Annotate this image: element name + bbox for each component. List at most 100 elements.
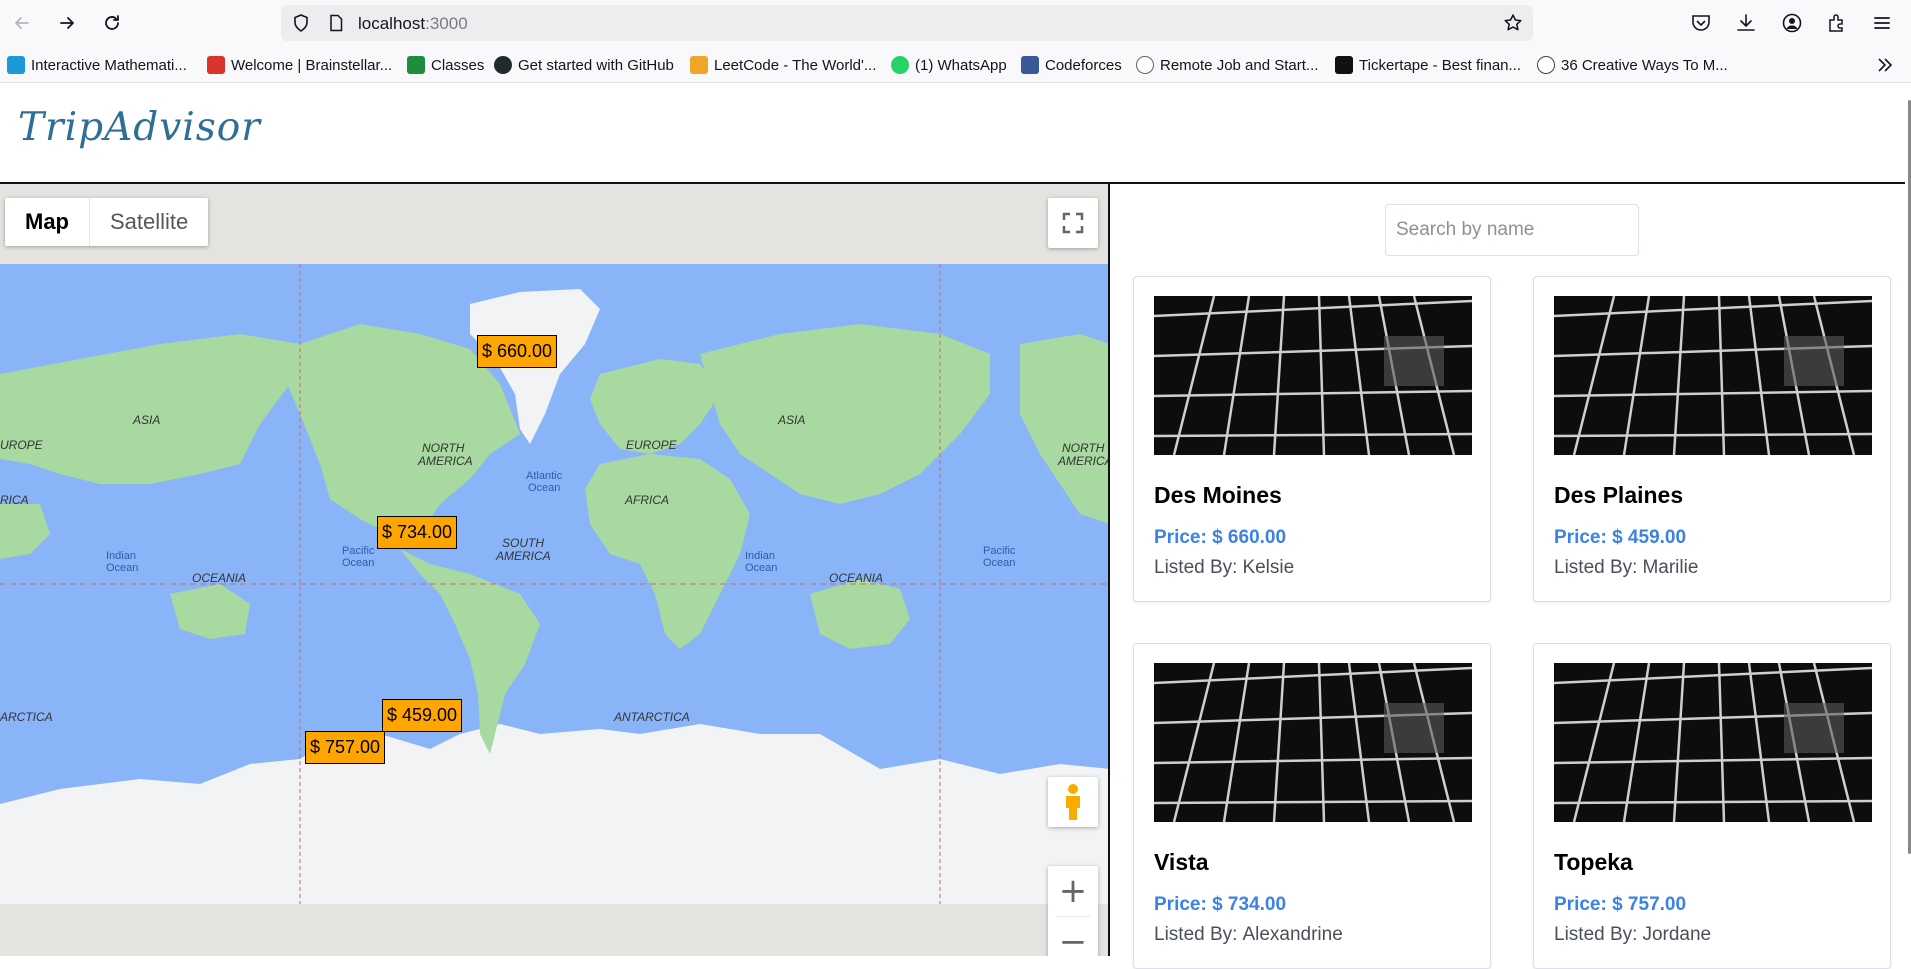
listing-price: Price: $ 757.00: [1554, 894, 1687, 915]
price-marker[interactable]: $ 734.00: [377, 516, 458, 549]
map-label: SOUTH: [502, 536, 544, 550]
listing-owner: Listed By: Kelsie: [1154, 557, 1294, 579]
map-label: NORTH: [422, 441, 465, 455]
listing-image: [1554, 296, 1872, 455]
menu-icon[interactable]: [1871, 12, 1893, 34]
map-label: Indian: [106, 550, 136, 562]
extensions-icon[interactable]: [1826, 12, 1848, 34]
map-label: Indian: [745, 550, 775, 562]
app-logo[interactable]: TripAdvisor: [18, 105, 261, 150]
bookmark-item[interactable]: LeetCode - The World'...: [690, 54, 876, 76]
map-label: NORTH: [1062, 441, 1105, 455]
back-button[interactable]: [8, 9, 36, 37]
bookmark-star-icon[interactable]: [1503, 13, 1523, 33]
bookmark-favicon-icon: [1136, 56, 1154, 74]
map-label: ARCTICA: [0, 710, 53, 724]
url-bar[interactable]: localhost:3000: [281, 5, 1533, 41]
listings-panel: Des Moines Price: $ 660.00 Listed By:Kel…: [1112, 186, 1905, 969]
listing-owner-name: Kelsie: [1242, 557, 1295, 578]
map-label: Ocean: [983, 557, 1015, 569]
map-label: UROPE: [0, 438, 44, 452]
bookmark-label: Codeforces: [1045, 56, 1122, 74]
bookmark-favicon-icon: [7, 56, 25, 74]
bookmark-item[interactable]: Codeforces: [1021, 54, 1122, 76]
map-type-map-button[interactable]: Map: [5, 198, 90, 246]
listing-price: Price: $ 734.00: [1154, 894, 1287, 915]
zoom-control: + −: [1048, 866, 1098, 956]
listing-owner: Listed By: Jordane: [1554, 924, 1711, 946]
price-marker[interactable]: $ 757.00: [305, 731, 386, 764]
url-host: localhost: [358, 14, 426, 33]
listing-owner-name: Marilie: [1642, 557, 1699, 578]
bookmark-item[interactable]: 36 Creative Ways To M...: [1537, 54, 1728, 76]
map-label: Atlantic: [526, 470, 563, 482]
street-view-pegman[interactable]: [1048, 777, 1098, 827]
bookmark-item[interactable]: Welcome | Brainstellar...: [207, 54, 392, 76]
price-marker[interactable]: $ 660.00: [477, 335, 558, 368]
bookmark-item[interactable]: (1) WhatsApp: [891, 54, 1007, 76]
map-type-satellite-button[interactable]: Satellite: [90, 198, 208, 246]
listing-card[interactable]: Topeka Price: $ 757.00 Listed By: Jordane: [1533, 643, 1891, 969]
listing-title: Des Plaines: [1554, 482, 1684, 508]
forward-arrow-icon: [60, 17, 74, 29]
price-marker[interactable]: $ 459.00: [382, 699, 463, 732]
listing-card[interactable]: Des Moines Price: $ 660.00 Listed By: Kel…: [1133, 276, 1491, 602]
listing-card[interactable]: Des Plaines Price: $ 459.00 Listed By: Ma…: [1533, 276, 1891, 602]
map-label: EUROPE: [626, 438, 678, 452]
bookmark-label: (1) WhatsApp: [915, 56, 1007, 74]
search-input[interactable]: [1385, 204, 1639, 256]
bookmark-label: 36 Creative Ways To M...: [1561, 56, 1728, 74]
fullscreen-button[interactable]: [1048, 198, 1098, 248]
map-label: ANTARCTICA: [613, 710, 690, 724]
map-label: ASIA: [777, 413, 805, 427]
map-label: OCEANIA: [829, 571, 883, 585]
listed-by-label: Listed By:: [1554, 924, 1638, 945]
listing-title: Vista: [1154, 849, 1209, 875]
url-text[interactable]: localhost:3000: [358, 14, 468, 34]
bookmark-favicon-icon: [1021, 56, 1039, 74]
map-label: AMERICA: [417, 454, 473, 468]
map-label: OCEANIA: [192, 571, 246, 585]
back-arrow-icon: [15, 17, 29, 29]
app-header: TripAdvisor: [0, 84, 1905, 184]
listing-title: Topeka: [1554, 849, 1633, 875]
bookmark-item[interactable]: Tickertape - Best finan...: [1335, 54, 1521, 76]
chevron-double-right-icon[interactable]: [1875, 56, 1895, 74]
bookmark-item[interactable]: Remote Job and Start...: [1136, 54, 1318, 76]
bookmark-label: LeetCode - The World'...: [714, 56, 877, 74]
map-type-control: Map Satellite: [5, 198, 209, 246]
bookmark-item[interactable]: Classes: [407, 54, 484, 76]
map-label: Pacific: [342, 545, 375, 557]
zoom-in-button[interactable]: +: [1048, 866, 1098, 916]
page-icon: [330, 14, 343, 32]
bookmark-label: Classes: [431, 56, 485, 74]
map-label: Pacific: [983, 545, 1016, 557]
bookmark-label: Welcome | Brainstellar...: [231, 56, 393, 74]
bookmarks-bar: Interactive Mathemati... Welcome | Brain…: [0, 46, 1911, 83]
reload-icon: [105, 15, 119, 30]
listing-card[interactable]: Vista Price: $ 734.00 Listed By: Alexandr…: [1133, 643, 1491, 969]
listing-owner: Listed By: Alexandrine: [1154, 924, 1343, 946]
listed-by-label: Listed By:: [1554, 557, 1638, 578]
forward-button[interactable]: [53, 9, 81, 37]
listing-image: [1554, 663, 1872, 822]
reload-button[interactable]: [98, 9, 126, 37]
bookmark-favicon-icon: [690, 56, 708, 74]
map[interactable]: ASIA ASIA UROPE EUROPE RICA AFRICA NORTH…: [0, 184, 1110, 956]
map-label: Ocean: [106, 562, 138, 574]
bookmark-favicon-icon: [207, 56, 225, 74]
account-icon[interactable]: [1781, 12, 1803, 34]
listed-by-label: Listed By:: [1154, 557, 1238, 578]
shield-icon[interactable]: [291, 13, 311, 33]
map-label: AMERICA: [495, 549, 551, 563]
bookmark-favicon-icon: [407, 56, 425, 74]
downloads-icon[interactable]: [1735, 12, 1757, 34]
listing-owner-name: Alexandrine: [1242, 924, 1343, 945]
pocket-icon[interactable]: [1690, 12, 1712, 34]
listing-image: [1154, 296, 1472, 455]
bookmark-item[interactable]: Interactive Mathemati...: [7, 54, 187, 76]
bookmark-item[interactable]: Get started with GitHub: [494, 54, 674, 76]
zoom-out-button[interactable]: −: [1048, 917, 1098, 956]
listing-image: [1154, 663, 1472, 822]
listed-by-label: Listed By:: [1154, 924, 1238, 945]
